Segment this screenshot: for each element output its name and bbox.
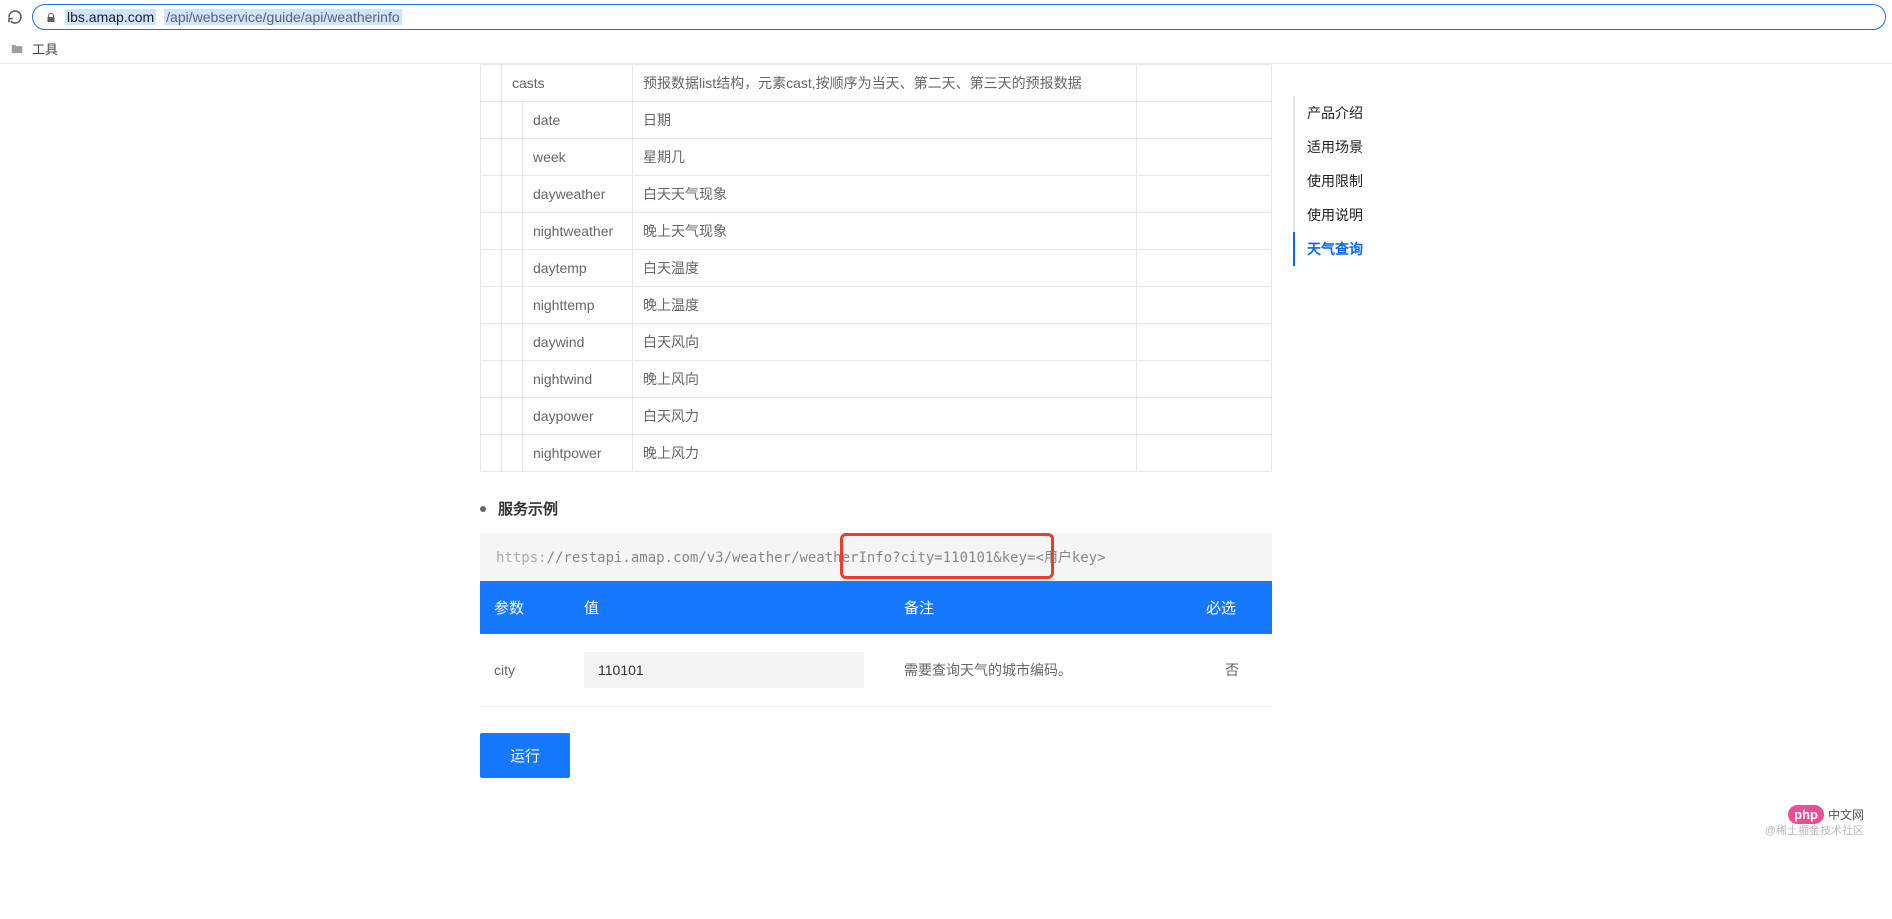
anchor-item[interactable]: 适用场景 [1293, 130, 1413, 164]
param-table: 参数 值 备注 必选 city 需要查询天气的城市编码。否 [480, 581, 1272, 707]
api-field: daytemp [523, 250, 633, 287]
example-title: 服务示例 [498, 498, 558, 519]
col-value: 值 [570, 581, 890, 634]
api-desc: 白天天气现象 [633, 176, 1137, 213]
browser-toolbar: lbs.amap.com/api/webservice/guide/api/we… [0, 0, 1892, 34]
col-remark: 备注 [890, 581, 1192, 634]
api-row: nighttemp晚上温度 [481, 287, 1272, 324]
col-param: 参数 [480, 581, 570, 634]
api-desc: 白天风向 [633, 324, 1137, 361]
bullet-icon [480, 506, 486, 512]
example-heading: 服务示例 [480, 498, 1272, 519]
juejin-watermark: @稀土掘金技术社区 [1765, 822, 1864, 838]
api-row: week星期几 [481, 139, 1272, 176]
api-field: dayweather [523, 176, 633, 213]
url-path: /api/webservice/guide/api/weatherinfo [164, 9, 401, 25]
api-field: daypower [523, 398, 633, 435]
api-row: daytemp白天温度 [481, 250, 1272, 287]
param-row: city 需要查询天气的城市编码。否 [480, 634, 1272, 707]
anchor-item[interactable]: 产品介绍 [1293, 96, 1413, 130]
api-row: date日期 [481, 102, 1272, 139]
api-desc: 日期 [633, 102, 1137, 139]
api-desc: 预报数据list结构，元素cast,按顺序为当天、第二天、第三天的预报数据 [633, 65, 1137, 102]
api-row: nightwind晚上风向 [481, 361, 1272, 398]
run-button[interactable]: 运行 [480, 733, 570, 778]
reload-icon[interactable] [6, 8, 24, 26]
anchor-menu: 产品介绍适用场景使用限制使用说明天气查询 [1293, 96, 1413, 266]
folder-icon [8, 42, 26, 56]
col-required: 必选 [1192, 581, 1272, 634]
api-row: nightweather晚上天气现象 [481, 213, 1272, 250]
url-bar[interactable]: lbs.amap.com/api/webservice/guide/api/we… [32, 4, 1886, 30]
api-desc: 晚上天气现象 [633, 213, 1137, 250]
api-row: daypower白天风力 [481, 398, 1272, 435]
api-row: dayweather白天天气现象 [481, 176, 1272, 213]
api-field: week [523, 139, 633, 176]
param-required: 否 [1192, 634, 1272, 707]
api-row: nightpower晚上风力 [481, 435, 1272, 472]
url-host: lbs.amap.com [65, 9, 156, 25]
api-field: nighttemp [523, 287, 633, 324]
api-desc: 星期几 [633, 139, 1137, 176]
api-field: daywind [523, 324, 633, 361]
param-remark: 需要查询天气的城市编码。 [890, 634, 1192, 707]
anchor-item[interactable]: 使用限制 [1293, 164, 1413, 198]
api-field: date [523, 102, 633, 139]
api-row: daywind白天风向 [481, 324, 1272, 361]
lock-icon [45, 11, 57, 23]
param-value-input[interactable] [584, 652, 864, 688]
api-desc: 晚上风力 [633, 435, 1137, 472]
example-url-block: https://restapi.amap.com/v3/weather/weat… [480, 533, 1272, 581]
example-url-scheme: https: [496, 550, 547, 566]
bookmark-folder[interactable]: 工具 [32, 39, 58, 58]
api-response-table: casts预报数据list结构，元素cast,按顺序为当天、第二天、第三天的预报… [480, 64, 1272, 472]
anchor-item[interactable]: 天气查询 [1293, 232, 1413, 266]
api-field: nightweather [523, 213, 633, 250]
api-row: casts预报数据list结构，元素cast,按顺序为当天、第二天、第三天的预报… [481, 65, 1272, 102]
api-desc: 晚上风向 [633, 361, 1137, 398]
param-name: city [480, 634, 570, 707]
anchor-item[interactable]: 使用说明 [1293, 198, 1413, 232]
api-field: casts [502, 65, 633, 102]
api-desc: 晚上温度 [633, 287, 1137, 324]
php-label: 中文网 [1828, 806, 1864, 823]
param-table-header-row: 参数 值 备注 必选 [480, 581, 1272, 634]
api-desc: 白天风力 [633, 398, 1137, 435]
bookmarks-bar: 工具 [0, 34, 1892, 64]
api-field: nightwind [523, 361, 633, 398]
example-url-rest: //restapi.amap.com/v3/weather/weatherInf… [547, 550, 1106, 566]
api-desc: 白天温度 [633, 250, 1137, 287]
api-field: nightpower [523, 435, 633, 472]
